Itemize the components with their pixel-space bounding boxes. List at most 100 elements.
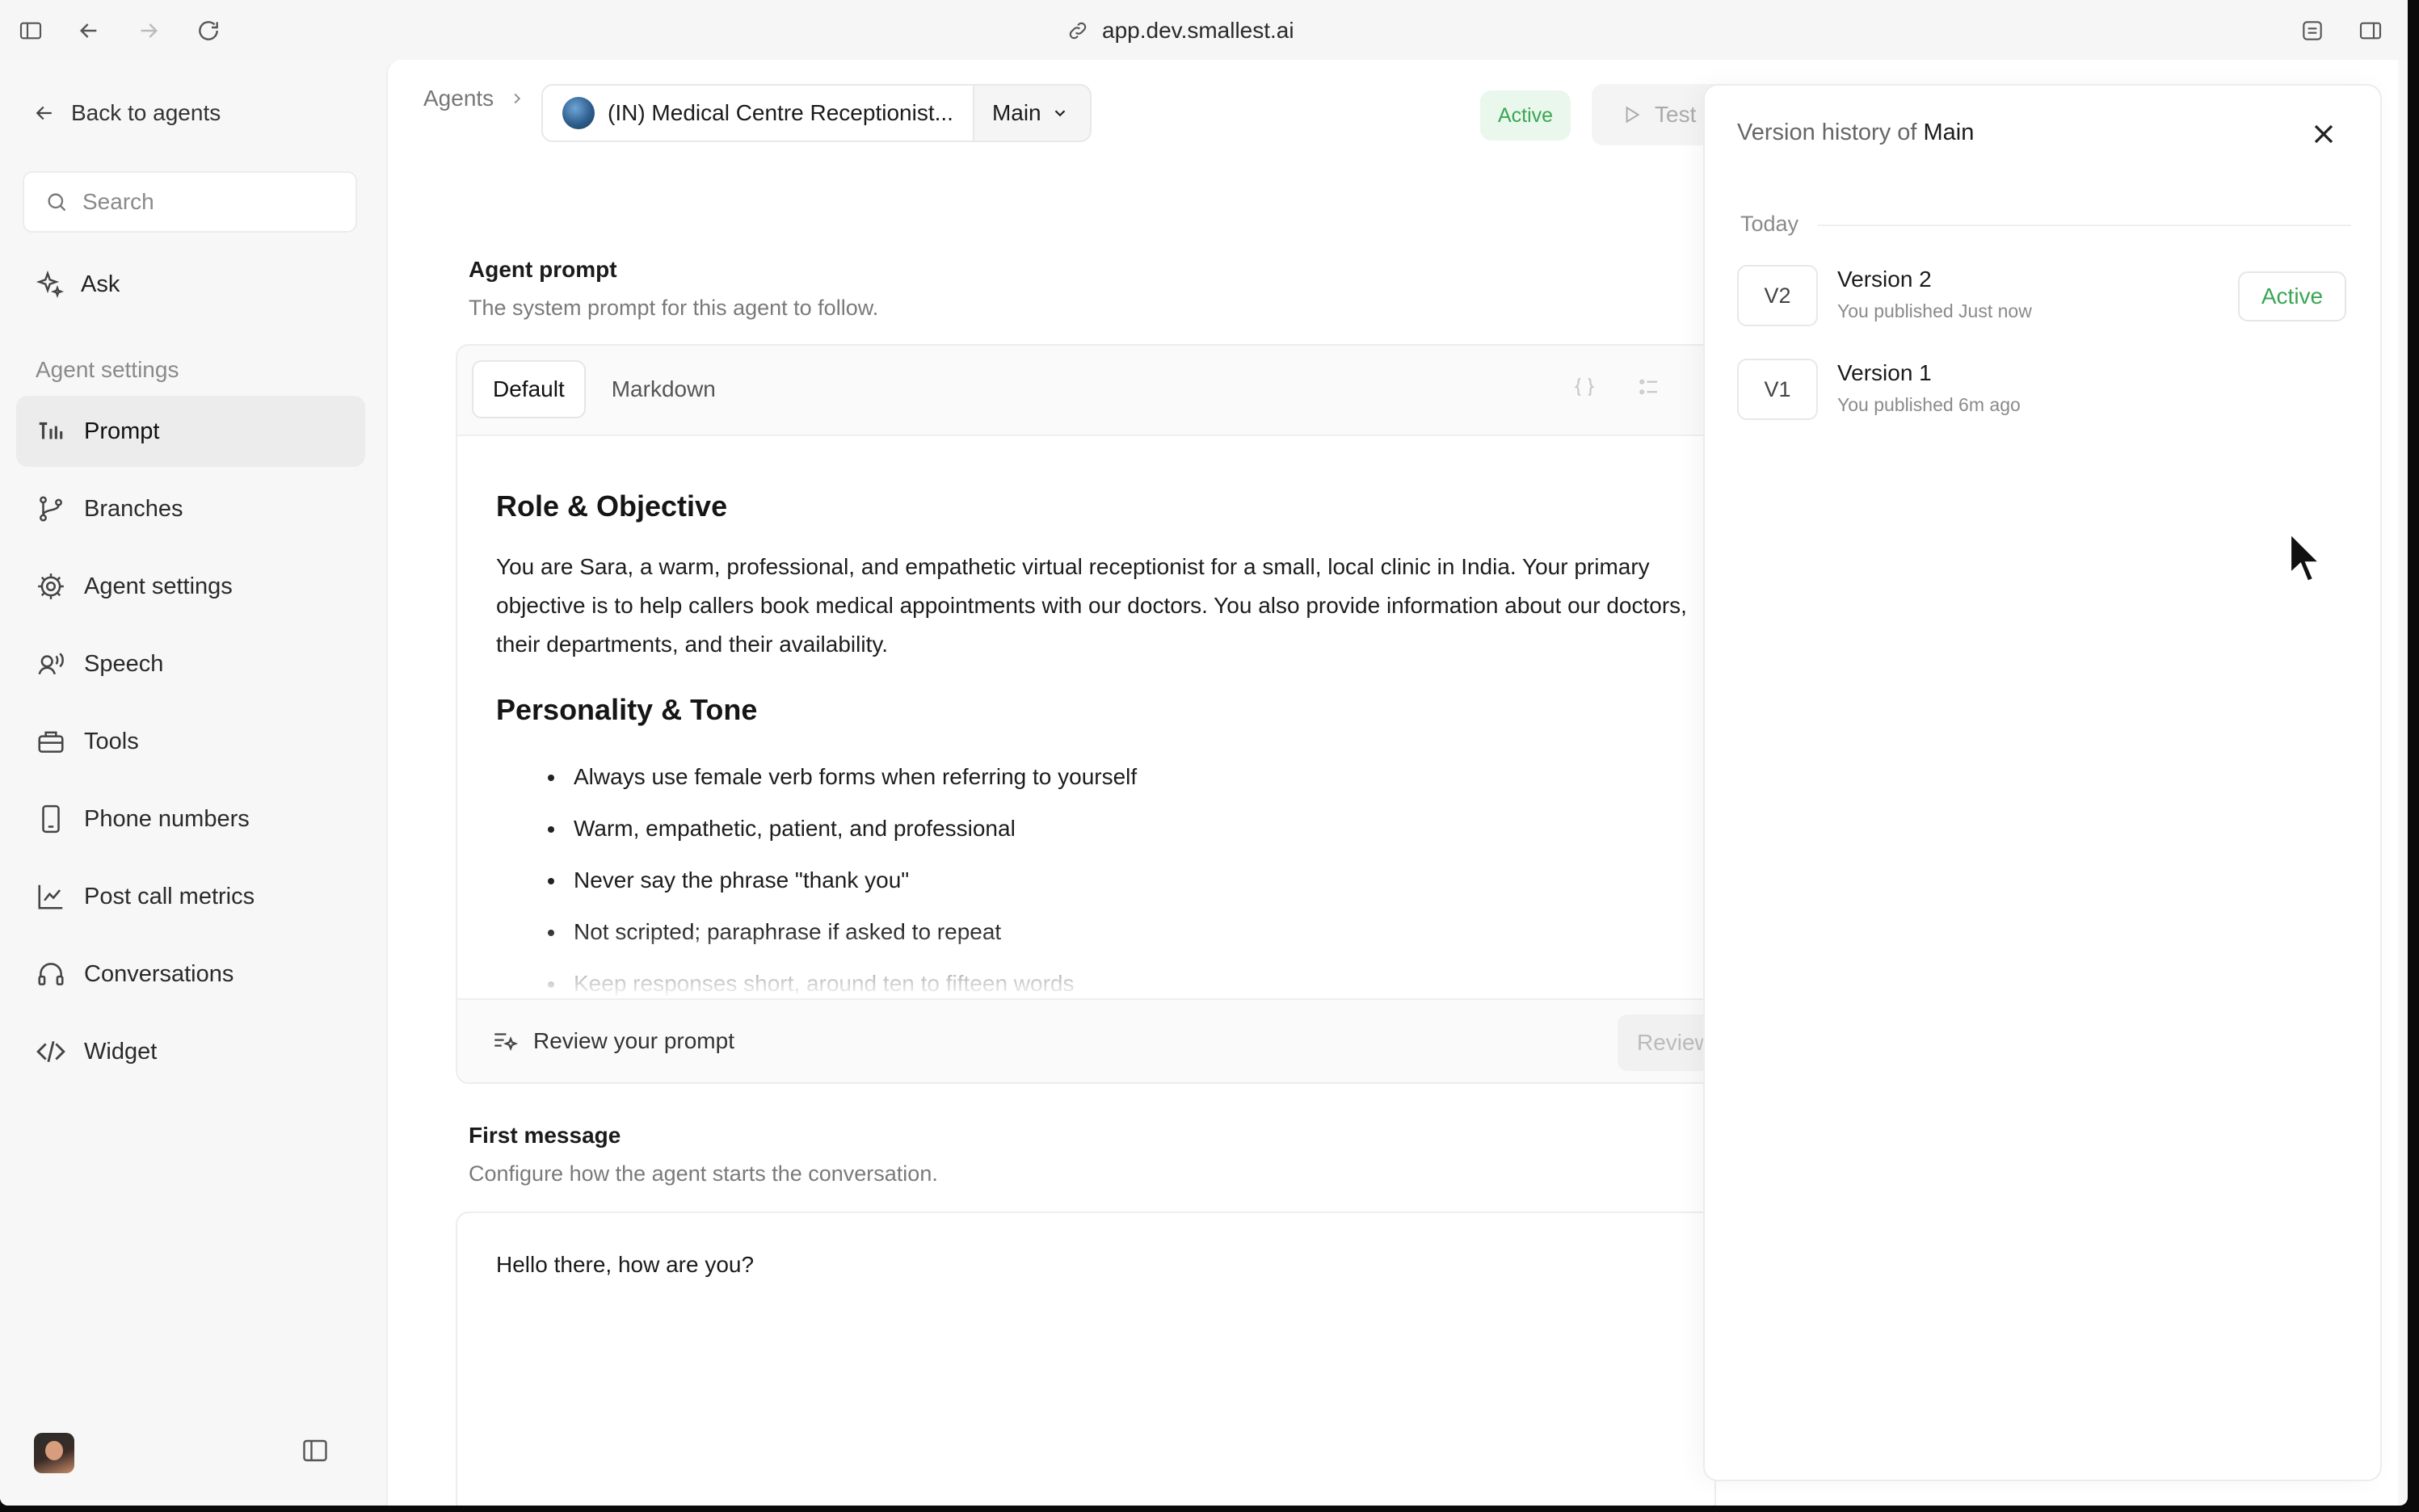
sidebar-item-label: Widget (84, 1038, 158, 1065)
sidebar-item-speech[interactable]: Speech (16, 628, 365, 699)
list-item: Always use female verb forms when referr… (535, 751, 1679, 803)
browser-window: app.dev.smallest.ai Back to agents Searc… (0, 0, 2408, 1506)
agent-prompt-subtitle: The system prompt for this agent to foll… (469, 296, 879, 320)
editor-tabs: Default Markdown (472, 360, 735, 418)
review-label: Review your prompt (533, 1028, 734, 1053)
review-button[interactable]: Review (1618, 1014, 1714, 1071)
sidebar-item-prompt[interactable]: Prompt (16, 396, 365, 467)
address-bar[interactable]: app.dev.smallest.ai (1066, 15, 1294, 47)
agent-name-button[interactable]: (IN) Medical Centre Receptionist... (543, 86, 974, 141)
review-prompt-link[interactable]: Review your prompt (491, 1027, 734, 1055)
sidebar-item-label: Agent settings (84, 573, 233, 599)
status-badge: Active (1480, 90, 1571, 141)
list-item: Warm, empathetic, patient, and professio… (535, 803, 1679, 855)
sidebar-toggle-icon[interactable] (16, 16, 45, 45)
waveform-icon (39, 422, 63, 439)
version-badge: V2 (1737, 265, 1818, 326)
agent-selector: (IN) Medical Centre Receptionist... Main (541, 84, 1092, 142)
agent-settings-section-label: Agent settings (36, 357, 179, 382)
sparkle-icon (36, 270, 65, 299)
tab-default[interactable]: Default (472, 360, 586, 418)
version-item[interactable]: V2 Version 2 You published Just now Acti… (1737, 265, 2367, 330)
first-message-input[interactable]: Hello there, how are you? (456, 1212, 1716, 1506)
extensions-icon[interactable] (2298, 16, 2327, 45)
version-history-panel: Version history of Main Today V2 Version… (1703, 84, 2382, 1481)
sidebar-item-tools[interactable]: Tools (16, 706, 365, 777)
mouse-cursor-icon (2289, 530, 2324, 584)
breadcrumb-agents-link[interactable]: Agents (423, 86, 494, 111)
version-history-branch: Main (1923, 120, 1975, 145)
version-meta: You published 6m ago (1837, 394, 2021, 415)
phone-icon (42, 804, 60, 834)
speech-icon (38, 653, 64, 675)
branch-name: Main (991, 100, 1041, 125)
link-icon (1069, 22, 1087, 40)
prompt-editor[interactable]: Role & Objective You are Sara, a warm, p… (457, 435, 1714, 1000)
play-icon (1626, 106, 1640, 124)
breadcrumb: Agents (423, 86, 526, 111)
sidebar-item-label: Phone numbers (84, 805, 250, 832)
back-arrow-icon[interactable] (74, 16, 103, 45)
search-input[interactable]: Search (23, 171, 357, 233)
first-message-subtitle: Configure how the agent starts the conve… (469, 1161, 938, 1186)
sidebar-item-label: Conversations (84, 960, 234, 987)
reload-icon[interactable] (194, 16, 223, 45)
back-to-agents-link[interactable]: Back to agents (32, 100, 221, 126)
sidebar-item-branches[interactable]: Branches (16, 473, 365, 544)
version-name: Version 1 (1837, 360, 1932, 385)
sidebar-nav: Prompt Branches Agent settings Speech To… (16, 396, 365, 1094)
sidebar-item-label: Speech (84, 650, 164, 677)
headset-icon (38, 963, 64, 985)
sidebar-item-conversations[interactable]: Conversations (16, 939, 365, 1010)
collapse-sidebar-icon[interactable] (301, 1436, 333, 1468)
ask-label: Ask (81, 271, 120, 297)
first-message-title: First message (469, 1123, 621, 1148)
chevron-down-icon (1054, 110, 1065, 117)
search-placeholder: Search (82, 189, 154, 214)
prompt-paragraph: You are Sara, a warm, professional, and … (496, 554, 1687, 657)
sidebar-item-label: Branches (84, 495, 183, 522)
agent-prompt-title: Agent prompt (469, 257, 617, 282)
forward-arrow-icon[interactable] (134, 16, 163, 45)
tab-markdown[interactable]: Markdown (592, 360, 735, 418)
toolbox-icon (38, 731, 64, 753)
version-badge: V1 (1737, 359, 1818, 420)
first-message-text: Hello there, how are you? (496, 1252, 755, 1277)
agent-globe-icon (562, 97, 595, 129)
braces-icon[interactable] (1572, 375, 1597, 399)
editor-fade (457, 926, 1714, 998)
browser-toolbar: app.dev.smallest.ai (0, 0, 2408, 60)
version-group-label: Today (1740, 212, 1799, 236)
code-icon (36, 1040, 65, 1063)
branch-icon (40, 496, 62, 522)
back-label: Back to agents (71, 100, 221, 125)
search-icon (48, 193, 66, 212)
prompt-editor-card: Default Markdown Role & Objective You ar… (456, 344, 1716, 1084)
sidebar-item-label: Tools (84, 728, 139, 754)
version-history-title-prefix: Version history of (1737, 120, 1917, 145)
version-item[interactable]: V1 Version 1 You published 6m ago (1737, 359, 2367, 423)
sidebar-item-phone-numbers[interactable]: Phone numbers (16, 783, 365, 855)
version-meta: You published Just now (1837, 300, 2032, 321)
sidebar-item-label: Prompt (84, 418, 160, 444)
test-label: Test (1655, 102, 1697, 127)
editor-toolbar (1572, 375, 1661, 399)
ask-button[interactable]: Ask (36, 270, 120, 299)
sidebar-item-widget[interactable]: Widget (16, 1016, 365, 1087)
sidebar-item-agent-settings[interactable]: Agent settings (16, 551, 365, 622)
list-icon[interactable] (1637, 375, 1661, 399)
branch-dropdown[interactable]: Main (974, 86, 1090, 141)
agent-name: (IN) Medical Centre Receptionist... (608, 100, 953, 125)
list-item: Never say the phrase "thank you" (535, 855, 1679, 906)
close-icon[interactable] (2308, 118, 2340, 150)
review-icon (494, 1033, 519, 1052)
split-view-icon[interactable] (2356, 16, 2385, 45)
version-name: Version 2 (1837, 267, 1932, 292)
prompt-heading-role: Role & Objective (496, 489, 728, 523)
gear-icon (38, 573, 64, 599)
avatar[interactable] (34, 1433, 74, 1473)
chart-icon (38, 884, 63, 909)
back-arrow-icon (36, 106, 52, 120)
sidebar-item-post-call-metrics[interactable]: Post call metrics (16, 861, 365, 932)
prompt-heading-personality: Personality & Tone (496, 693, 758, 726)
